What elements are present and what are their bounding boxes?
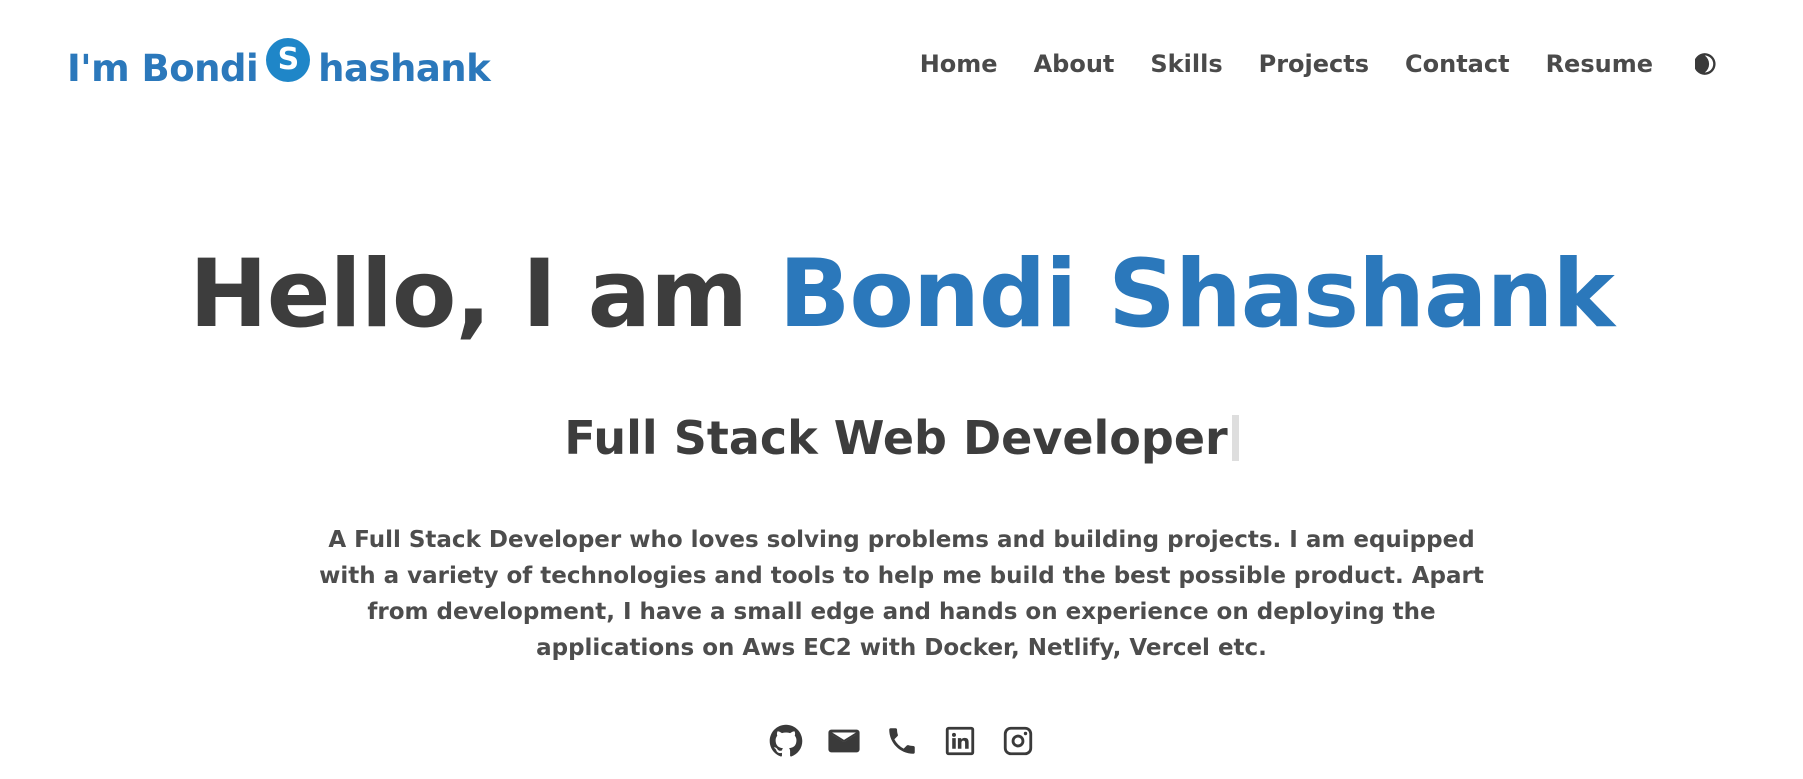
nav-resume[interactable]: Resume bbox=[1546, 44, 1653, 84]
hero-role-text: Full Stack Web Developer bbox=[564, 411, 1228, 465]
moon-icon[interactable] bbox=[1693, 49, 1723, 79]
brand-logo[interactable]: I'm Bondi S hashank bbox=[67, 38, 491, 100]
nav-skills[interactable]: Skills bbox=[1150, 44, 1222, 84]
main-nav: Home About Skills Projects Contact Resum… bbox=[920, 44, 1723, 84]
nav-projects[interactable]: Projects bbox=[1259, 44, 1369, 84]
phone-icon[interactable] bbox=[884, 723, 920, 759]
brand-prefix: I'm Bondi bbox=[67, 47, 259, 90]
portfolio-page: I'm Bondi S hashank Home About Skills Pr… bbox=[0, 0, 1803, 779]
brand-badge: S bbox=[266, 38, 311, 82]
site-header: I'm Bondi S hashank Home About Skills Pr… bbox=[0, 0, 1803, 130]
hero-greeting: Hello, I am bbox=[189, 240, 779, 349]
nav-contact[interactable]: Contact bbox=[1405, 44, 1510, 84]
nav-home[interactable]: Home bbox=[920, 44, 998, 84]
hero-title: Hello, I am Bondi Shashank bbox=[0, 230, 1803, 360]
hero-name: Bondi Shashank bbox=[778, 240, 1615, 349]
typing-caret bbox=[1231, 415, 1239, 461]
github-icon[interactable] bbox=[768, 723, 804, 759]
mail-icon[interactable] bbox=[826, 723, 862, 759]
nav-about[interactable]: About bbox=[1034, 44, 1115, 84]
hero-role: Full Stack Web Developer bbox=[0, 410, 1803, 466]
instagram-icon[interactable] bbox=[1000, 723, 1036, 759]
brand-suffix: hashank bbox=[318, 47, 491, 90]
social-links bbox=[0, 723, 1803, 759]
hero-bio: A Full Stack Developer who loves solving… bbox=[319, 527, 1484, 661]
linkedin-icon[interactable] bbox=[942, 723, 978, 759]
hero-section: Hello, I am Bondi Shashank bbox=[0, 230, 1803, 360]
